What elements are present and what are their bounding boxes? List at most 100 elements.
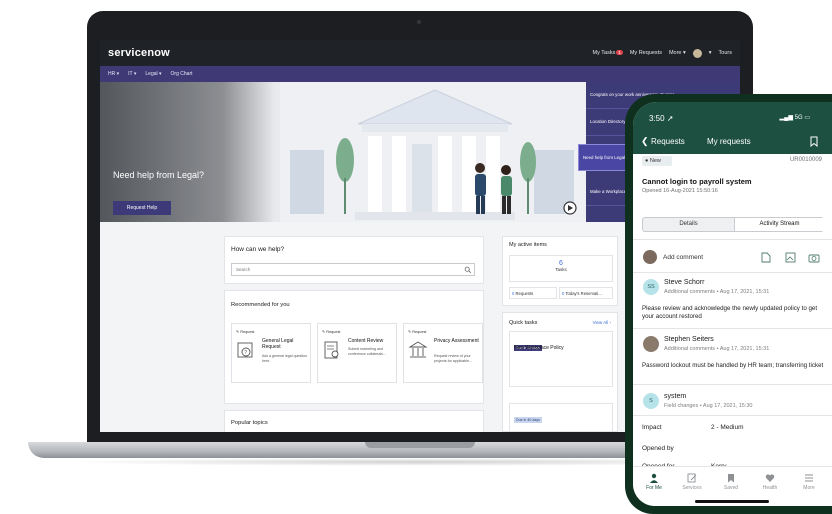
edit-form-icon xyxy=(687,473,697,483)
more-label: More xyxy=(668,50,682,56)
user-avatar[interactable] xyxy=(692,48,702,58)
my-tasks-badge: 1 xyxy=(616,50,623,55)
search-icon[interactable] xyxy=(464,266,472,274)
marketing-mockup: servicenow My Tasks 1 My Requests More ▾ … xyxy=(0,0,832,514)
my-requests-link[interactable]: My Requests xyxy=(630,50,662,56)
tile-desc: Submit marketing and conference collater… xyxy=(348,347,386,356)
tasks-count-tile[interactable]: 6 Tasks xyxy=(509,255,613,282)
tours-link[interactable]: Tours xyxy=(719,50,732,56)
tabbar-more-label: More xyxy=(803,485,815,491)
tab-activity-stream[interactable]: Activity Stream xyxy=(734,218,824,231)
recommended-card: Recommended for you ✎ Request ? General … xyxy=(224,290,484,404)
tabbar-services-label: Services xyxy=(682,485,702,491)
tabbar-for-me[interactable]: For Me xyxy=(637,473,671,491)
tile-desc: Request review of your projects for appl… xyxy=(434,354,472,363)
nav-legal[interactable]: Legal ▾ xyxy=(145,71,161,77)
quick-tasks-title: Quick tasks xyxy=(509,320,538,326)
portal-nav: HR ▾ IT ▾ Legal ▾ Org Chart xyxy=(100,66,740,82)
battery-icon: ▭ xyxy=(804,115,810,121)
reservations-tile[interactable]: 0 Today's Reservati... xyxy=(559,287,613,299)
portal-search-input[interactable]: Search xyxy=(231,263,475,276)
document-search-icon xyxy=(324,341,339,359)
home-indicator xyxy=(695,500,769,503)
activity-author: system xyxy=(664,393,687,400)
question-document-icon: ? xyxy=(237,342,253,358)
tabbar-services[interactable]: Services xyxy=(675,473,709,491)
phone-screen: 3:50 ➚ ▂▄▆ 5G ▭ ❮ Requests My requests ●… xyxy=(633,102,832,506)
requests-tile[interactable]: 0 Requests xyxy=(509,287,557,299)
quick-task-item[interactable]: Due in 12 days New Workplace Policy xyxy=(509,331,613,387)
image-icon[interactable] xyxy=(785,252,796,263)
view-all-link[interactable]: View All › xyxy=(593,320,611,325)
nav-it[interactable]: IT ▾ xyxy=(128,71,136,77)
active-items-title: My active items xyxy=(509,242,547,248)
tile-tag: ✎ Request xyxy=(408,330,427,334)
laptop-camera xyxy=(417,20,421,24)
help-card: How can we help? Search xyxy=(224,236,484,284)
search-placeholder: Search xyxy=(236,267,251,272)
avatar-chevron-icon[interactable]: ▾ xyxy=(709,50,712,56)
nav-legal-label: Legal xyxy=(145,71,158,77)
phone-status-bar: 3:50 ➚ ▂▄▆ 5G ▭ xyxy=(633,102,832,132)
tabbar-saved[interactable]: Saved xyxy=(714,473,748,491)
laptop-notch xyxy=(365,442,475,448)
tile-tag-label: Request xyxy=(240,330,255,334)
ticket-opened: Opened 16-Aug-2021 15:50:16 xyxy=(642,188,718,194)
ticket-id: UR0010009 xyxy=(789,157,822,163)
location-arrow-icon: ➚ xyxy=(666,114,674,123)
activity-author: Steve Schorr xyxy=(664,279,705,286)
person-icon xyxy=(650,473,658,483)
due-badge-text: Due in 40 days xyxy=(514,417,542,423)
tile-privacy-assessment[interactable]: ✎ Request Privacy Assessment Request rev… xyxy=(403,323,483,383)
field-value: 2 - Medium xyxy=(711,424,744,431)
svg-text:?: ? xyxy=(244,350,247,356)
popular-topics-title: Popular topics xyxy=(231,420,268,426)
tile-name: Privacy Assessment xyxy=(434,338,479,344)
hero-title: Need help from Legal? xyxy=(113,170,205,180)
heart-icon xyxy=(765,474,775,482)
tasks-label: Tasks xyxy=(555,267,567,272)
segmented-tabs: Details Activity Stream xyxy=(642,217,824,232)
activity-meta: Additional comments • Aug 17, 2021, 15:3… xyxy=(664,289,770,295)
due-badge: Due in 40 days xyxy=(514,408,542,426)
tabbar-more[interactable]: More xyxy=(792,473,826,491)
nav-org-chart[interactable]: Org Chart xyxy=(171,71,193,77)
building-icon xyxy=(408,341,428,358)
back-label[interactable]: Requests xyxy=(651,137,685,146)
active-items-card: My active items 6 Tasks 0 Requests 0 Tod… xyxy=(502,236,618,306)
bookmark-icon xyxy=(728,474,734,483)
camera-icon[interactable] xyxy=(808,252,820,263)
more-menu[interactable]: More ▾ xyxy=(669,50,686,56)
tile-general-legal-request[interactable]: ✎ Request ? General Legal Request Ask a … xyxy=(231,323,311,383)
reservations-count: 0 xyxy=(562,291,565,296)
portal-header: servicenow My Tasks 1 My Requests More ▾ … xyxy=(100,40,740,66)
tile-tag: ✎ Request xyxy=(322,330,341,334)
request-help-button[interactable]: Request Help xyxy=(113,201,171,215)
divider xyxy=(633,272,832,273)
network-label: 5G xyxy=(794,115,803,121)
header-actions: My Tasks 1 My Requests More ▾ ▾ Tours xyxy=(593,48,732,58)
nav-hr-label: HR xyxy=(108,71,116,77)
quick-task-name: New Workplace Policy xyxy=(514,345,564,351)
view-all-label: View All xyxy=(592,320,609,325)
tab-details[interactable]: Details xyxy=(643,218,734,231)
quick-task-item[interactable]: Due in 40 days xyxy=(509,403,613,432)
tile-name: Content Review xyxy=(348,338,384,344)
tile-tag-label: Request xyxy=(326,330,341,334)
recommended-title: Recommended for you xyxy=(231,302,290,308)
back-chevron-icon[interactable]: ❮ xyxy=(641,136,649,147)
status-time-text: 3:50 xyxy=(649,114,665,123)
activity-text: Please review and acknowledge the newly … xyxy=(642,305,818,320)
tabbar-health[interactable]: Health xyxy=(753,473,787,491)
nav-it-label: IT xyxy=(128,71,133,77)
ticket-title: Cannot login to payroll system xyxy=(642,177,752,186)
servicenow-logo[interactable]: servicenow xyxy=(108,47,170,59)
bookmark-icon[interactable] xyxy=(810,136,818,147)
activity-text: Password lockout must be handled by HR t… xyxy=(642,362,824,369)
document-icon[interactable] xyxy=(761,252,771,263)
tile-content-review[interactable]: ✎ Request Content Review Submit marketin… xyxy=(317,323,397,383)
add-comment-button[interactable]: Add comment xyxy=(663,254,703,261)
my-tasks-link[interactable]: My Tasks 1 xyxy=(593,50,623,56)
nav-hr[interactable]: HR ▾ xyxy=(108,71,119,77)
tile-tag-label: Request xyxy=(412,330,427,334)
